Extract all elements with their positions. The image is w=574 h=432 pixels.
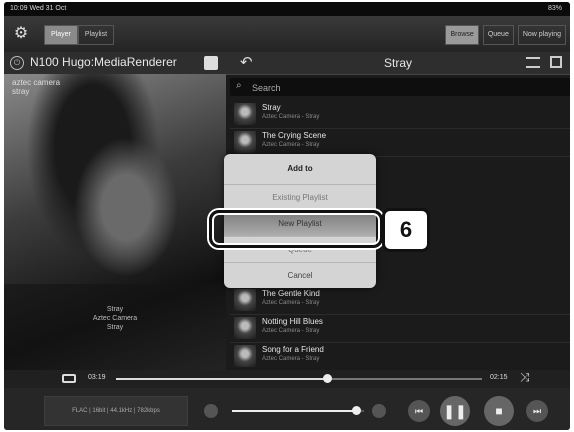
existing-playlist-option[interactable]: Existing Playlist	[224, 184, 376, 211]
volume-handle[interactable]	[352, 406, 362, 415]
status-bar: 10:09 Wed 31 Oct 83%	[4, 2, 570, 16]
status-time: 10:09 Wed 31 Oct	[10, 5, 67, 12]
cancel-option[interactable]: Cancel	[224, 262, 376, 288]
track-thumbnail	[234, 345, 256, 367]
page-title: Stray	[383, 56, 412, 70]
popup-title: Add to	[287, 164, 313, 173]
volume-up-icon[interactable]	[372, 404, 386, 418]
volume-fill	[232, 410, 358, 412]
track-thumbnail	[234, 317, 256, 339]
shuffle-icon[interactable]: ⤨	[520, 370, 530, 385]
gear-icon[interactable]: ⚙	[12, 25, 30, 43]
tab-player[interactable]: Player	[44, 25, 78, 45]
player-controls: 03:19 02:15 ⤨ FLAC | 16bit | 44.1kHz | 7…	[4, 370, 570, 430]
track-subtitle: Aztec Camera - Stray	[262, 300, 320, 306]
search-icon: ⌕	[236, 80, 242, 91]
now-playing-album: Stray	[106, 324, 124, 331]
device-bar: ⏻ N100 Hugo:MediaRenderer	[4, 52, 226, 75]
previous-icon[interactable]: ⏮	[408, 400, 430, 422]
pause-icon[interactable]: ❚❚	[440, 396, 470, 426]
track-row[interactable]: Song for a Friend Aztec Camera - Stray	[230, 342, 570, 371]
next-icon[interactable]: ⏭	[526, 400, 548, 422]
seek-fill	[116, 378, 329, 380]
album-art: aztec camera stray Stray Aztec Camera St…	[4, 74, 226, 370]
list-view-icon[interactable]	[526, 57, 540, 68]
now-playing-track: Stray	[106, 306, 124, 313]
edit-icon[interactable]	[550, 56, 562, 68]
browse-header: ↶ Stray	[226, 52, 570, 75]
track-row[interactable]: Stray Aztec Camera - Stray	[230, 100, 570, 129]
device-name[interactable]: N100 Hugo:MediaRenderer	[30, 55, 177, 69]
album-art-title: stray	[12, 87, 30, 96]
repeat-icon[interactable]	[62, 374, 76, 383]
app-window: 10:09 Wed 31 Oct 83% ⚙ Player Playlist B…	[4, 2, 570, 430]
volume-slider[interactable]	[232, 406, 364, 415]
callout-number: 6	[382, 208, 430, 252]
tab-playlist[interactable]: Playlist	[77, 25, 115, 45]
tab-now-playing[interactable]: Now playing	[517, 25, 566, 45]
track-title: The Gentle Kind	[262, 289, 320, 298]
track-subtitle: Aztec Camera - Stray	[262, 142, 320, 148]
seek-handle[interactable]	[323, 374, 333, 383]
track-title: Song for a Friend	[262, 345, 324, 354]
track-row[interactable]: The Gentle Kind Aztec Camera - Stray	[230, 286, 570, 315]
track-subtitle: Aztec Camera - Stray	[262, 356, 320, 362]
status-battery: 83%	[547, 5, 562, 12]
track-row[interactable]: The Crying Scene Aztec Camera - Stray	[230, 128, 570, 157]
search-bar: ⌕	[230, 78, 570, 97]
track-title: Stray	[262, 103, 281, 112]
callout-highlight	[209, 210, 383, 248]
track-thumbnail	[234, 131, 256, 153]
album-art-artist: aztec camera	[12, 78, 61, 87]
stop-icon[interactable]: ■	[484, 396, 514, 426]
search-input[interactable]	[250, 79, 554, 97]
track-subtitle: Aztec Camera - Stray	[262, 328, 320, 334]
volume-down-icon[interactable]	[204, 404, 218, 418]
now-playing-artist: Aztec Camera	[92, 315, 138, 322]
audio-format: FLAC | 16bit | 44.1kHz | 782kbps	[44, 396, 188, 426]
progress-bar: 03:19 02:15 ⤨	[4, 370, 570, 388]
track-subtitle: Aztec Camera - Stray	[262, 114, 320, 120]
track-thumbnail	[234, 289, 256, 311]
track-title: Notting Hill Blues	[262, 317, 323, 326]
track-title: The Crying Scene	[262, 131, 327, 140]
mode-tabs: Player Playlist	[44, 25, 115, 45]
seek-slider[interactable]	[116, 374, 482, 383]
top-toolbar: ⚙ Player Playlist Browse Queue Now playi…	[4, 16, 570, 52]
view-tabs: Browse Queue Now playing	[445, 25, 566, 45]
device-select-button[interactable]	[204, 56, 218, 70]
tab-browse[interactable]: Browse	[445, 25, 479, 45]
track-thumbnail	[234, 103, 256, 125]
track-row[interactable]: Notting Hill Blues Aztec Camera - Stray	[230, 314, 570, 343]
remaining-time: 02:15	[490, 374, 508, 381]
elapsed-time: 03:19	[88, 374, 106, 381]
power-icon[interactable]: ⏻	[10, 56, 24, 70]
tab-queue[interactable]: Queue	[482, 25, 514, 45]
